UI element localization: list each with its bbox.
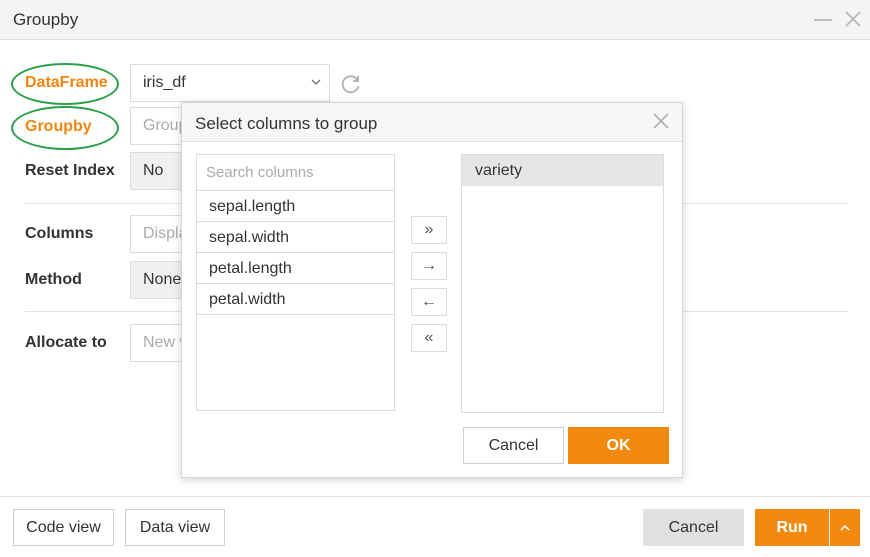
method-value: None xyxy=(143,271,182,288)
code-view-button[interactable]: Code view xyxy=(13,509,114,546)
list-item[interactable]: sepal.length xyxy=(197,191,394,222)
dataframe-label: DataFrame xyxy=(25,74,108,91)
method-label: Method xyxy=(25,271,82,288)
dialog-title: Select columns to group xyxy=(195,114,378,133)
dataframe-select[interactable]: iris_df xyxy=(130,64,330,102)
allocate-label: Allocate to xyxy=(25,334,107,351)
groupby-label: Groupby xyxy=(25,118,92,135)
list-item[interactable]: petal.width xyxy=(197,284,394,315)
search-columns-input[interactable]: Search columns xyxy=(196,154,395,191)
move-right-button[interactable]: → xyxy=(411,252,447,280)
minimize-icon[interactable] xyxy=(814,19,832,21)
dialog-header: Select columns to group xyxy=(182,103,682,142)
move-left-button[interactable]: ← xyxy=(411,288,447,316)
close-icon[interactable] xyxy=(843,8,863,30)
cancel-button[interactable]: Cancel xyxy=(643,509,744,546)
reset-index-label: Reset Index xyxy=(25,162,115,179)
window-title: Groupby xyxy=(13,10,79,29)
run-options-button[interactable] xyxy=(830,509,860,546)
dialog-ok-button[interactable]: OK xyxy=(568,427,669,464)
available-columns-list: sepal.length sepal.width petal.length pe… xyxy=(196,191,395,411)
dialog-cancel-button[interactable]: Cancel xyxy=(463,427,564,464)
data-view-button[interactable]: Data view xyxy=(125,509,225,546)
list-item[interactable]: sepal.width xyxy=(197,222,394,253)
list-item[interactable]: petal.length xyxy=(197,253,394,284)
selected-columns-list: variety xyxy=(461,154,664,413)
footer-divider xyxy=(0,496,870,497)
reset-index-value: No xyxy=(143,162,164,179)
dataframe-value: iris_df xyxy=(143,74,186,91)
search-placeholder: Search columns xyxy=(206,164,314,181)
list-item[interactable]: variety xyxy=(462,155,663,186)
run-button[interactable]: Run xyxy=(755,509,829,546)
chevron-up-icon xyxy=(840,525,850,531)
columns-label: Columns xyxy=(25,225,94,242)
refresh-icon[interactable] xyxy=(340,73,362,95)
move-all-left-button[interactable]: « xyxy=(411,324,447,352)
chevron-down-icon xyxy=(311,79,321,85)
select-columns-dialog: Select columns to group Search columns s… xyxy=(181,102,683,478)
move-all-right-button[interactable]: » xyxy=(411,216,447,244)
close-icon[interactable] xyxy=(652,112,670,130)
title-bar: Groupby xyxy=(0,0,870,40)
